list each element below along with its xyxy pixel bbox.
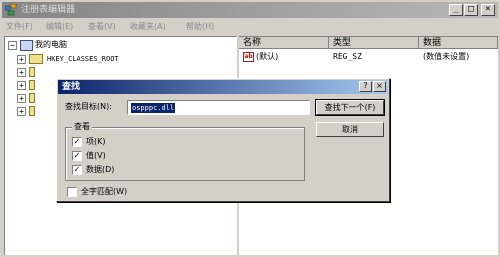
menu-file[interactable]: 文件(F) <box>6 21 33 33</box>
maximize-button[interactable]: □ <box>464 4 478 16</box>
expander-root[interactable]: − <box>8 41 17 50</box>
expander-hkcc[interactable]: + <box>17 107 26 116</box>
folder-icon <box>29 93 35 103</box>
window-title: 注册表编辑器 <box>21 5 76 15</box>
dialog-close-button[interactable]: × <box>373 81 386 92</box>
tree-item-hkey-classes-root[interactable]: HKEY_CLASSES_ROOT <box>47 53 119 65</box>
find-dialog: 查找 ? × 查找目标(N): ospppc.dll 查找下一个(F) 取消 查… <box>56 78 390 202</box>
find-what-value: ospppc.dll <box>131 103 176 113</box>
menu-favorites[interactable]: 收藏夹(A) <box>130 21 166 33</box>
column-header-type[interactable]: 类型 <box>329 37 419 49</box>
help-button[interactable]: ? <box>359 81 372 92</box>
match-whole-string-checkbox[interactable] <box>67 187 77 197</box>
value-type: REG_SZ <box>333 52 362 61</box>
column-header-name[interactable]: 名称 <box>239 37 329 49</box>
cancel-button[interactable]: 取消 <box>316 122 384 137</box>
folder-icon <box>29 80 35 90</box>
menu-edit[interactable]: 编辑(E) <box>46 21 73 33</box>
find-what-label: 查找目标(N): <box>65 102 112 111</box>
menu-help[interactable]: 帮助(H) <box>186 21 214 33</box>
expander-hklm[interactable]: + <box>17 81 26 90</box>
data-checkbox[interactable]: ✓ <box>72 165 82 175</box>
values-checkbox-label: 值(V) <box>86 151 106 160</box>
window-titlebar[interactable]: 注册表编辑器 _ □ × <box>2 2 498 18</box>
expander-hkcu[interactable]: + <box>17 68 26 77</box>
keys-checkbox-label: 项(K) <box>86 137 106 146</box>
column-header-data[interactable]: 数据 <box>419 37 498 49</box>
expander-hku[interactable]: + <box>17 94 26 103</box>
value-data: (数值未设置) <box>423 52 470 61</box>
match-whole-string-label: 全字匹配(W) <box>81 187 128 196</box>
registry-editor-window: 注册表编辑器 _ □ × 文件(F) 编辑(E) 查看(V) 收藏夹(A) 帮助… <box>0 0 500 257</box>
minimize-button[interactable]: _ <box>449 4 463 16</box>
close-button[interactable]: × <box>481 4 495 16</box>
find-dialog-titlebar[interactable]: 查找 ? × <box>58 80 388 94</box>
expander-hkcr[interactable]: + <box>17 55 26 64</box>
find-next-button[interactable]: 查找下一个(F) <box>315 99 385 116</box>
menu-bar: 文件(F) 编辑(E) 查看(V) 收藏夹(A) 帮助(H) <box>2 19 498 35</box>
computer-icon <box>20 40 33 51</box>
look-at-group: 查看 ✓ 项(K) ✓ 值(V) ✓ 数据(D) <box>65 121 305 181</box>
find-what-input[interactable]: ospppc.dll <box>127 100 310 115</box>
data-checkbox-label: 数据(D) <box>86 165 115 174</box>
values-checkbox[interactable]: ✓ <box>72 151 82 161</box>
value-name: (默认) <box>256 52 279 61</box>
menu-view[interactable]: 查看(V) <box>88 21 116 33</box>
value-row-default[interactable]: ab (默认) <box>243 51 278 63</box>
find-dialog-title: 查找 <box>62 82 81 92</box>
look-at-group-title: 查看 <box>72 121 92 133</box>
tree-item-my-computer[interactable]: 我的电脑 <box>35 39 67 51</box>
folder-icon <box>29 54 43 64</box>
registry-editor-icon <box>5 4 17 16</box>
string-value-icon: ab <box>243 51 254 62</box>
folder-icon <box>29 106 35 116</box>
keys-checkbox[interactable]: ✓ <box>72 137 82 147</box>
folder-icon <box>29 67 35 77</box>
